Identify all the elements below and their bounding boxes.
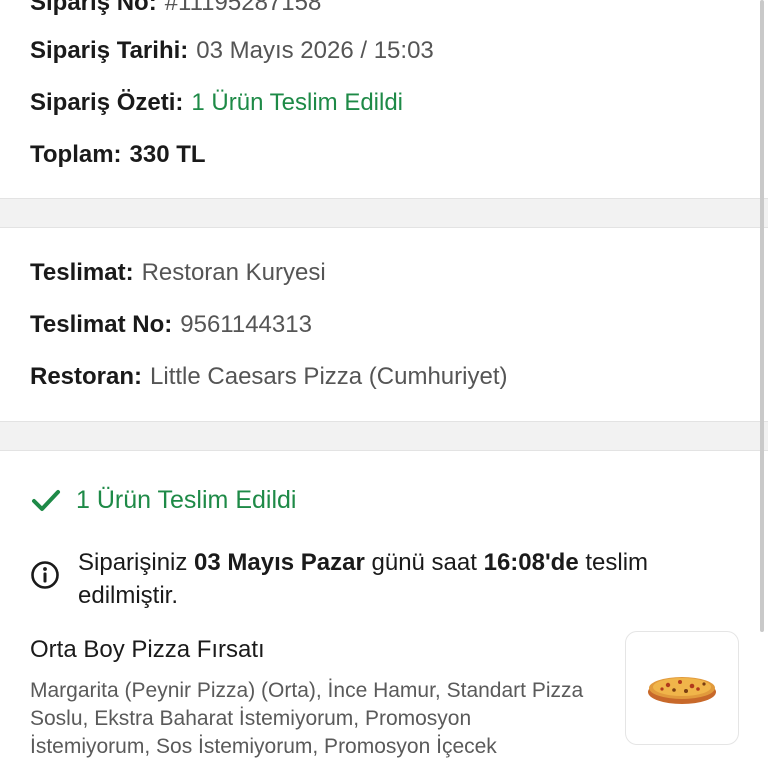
delivery-type-value: Restoran Kuryesi: [141, 259, 326, 286]
info-text-part1: Siparişiniz: [78, 549, 195, 576]
delivery-no-value: 9561144313: [180, 311, 312, 338]
delivery-info-text: Siparişiniz 03 Mayıs Pazar günü saat 16:…: [78, 546, 710, 612]
product-description: Margarita (Peynir Pizza) (Orta), İnce Ha…: [30, 679, 584, 758]
order-no-value: #11195287158: [164, 0, 322, 16]
delivery-type-row: Teslimat: Restoran Kuryesi: [30, 258, 326, 288]
product-name: Orta Boy Pizza Fırsatı: [30, 636, 265, 663]
delivery-no-row: Teslimat No: 9561144313: [30, 310, 312, 340]
order-detail-page: Sipariş No: #11195287158 Sipariş Tarihi: 0…: [0, 0, 768, 768]
delivery-status-section: 1 Ürün Teslim Edildi Siparişiniz 03 Mayı…: [0, 451, 768, 768]
info-text-part2: günü saat: [364, 549, 484, 576]
delivery-status-text: 1 Ürün Teslim Edildi: [76, 485, 297, 514]
product-image[interactable]: [625, 631, 739, 745]
restaurant-value: Little Caesars Pizza (Cumhuriyet): [150, 363, 508, 390]
delivery-status: 1 Ürün Teslim Edildi: [30, 484, 296, 516]
delivery-no-label: Teslimat No:: [30, 311, 173, 338]
order-summary-value: 1 Ürün Teslim Edildi: [191, 89, 404, 116]
scrollbar[interactable]: [760, 0, 764, 632]
order-total-row: Toplam: 330 TL: [30, 140, 206, 170]
order-summary-label: Sipariş Özeti:: [30, 89, 184, 116]
restaurant-row: Restoran: Little Caesars Pizza (Cumhuriye…: [30, 362, 507, 392]
section-divider: [0, 198, 768, 228]
info-icon: [31, 561, 59, 589]
check-icon: [32, 490, 60, 511]
pizza-image: [648, 677, 716, 704]
delivery-type-label: Teslimat:: [30, 259, 134, 286]
order-info-section: Sipariş No: #11195287158 Sipariş Tarihi: 0…: [0, 0, 768, 198]
info-time: 16:08'de: [483, 549, 579, 576]
info-date: 03 Mayıs Pazar: [194, 549, 365, 576]
order-summary-row: Sipariş Özeti: 1 Ürün Teslim Edildi: [30, 88, 403, 118]
order-total-label: Toplam:: [30, 141, 122, 168]
order-date-value: 03 Mayıs 2026 / 15:03: [196, 37, 434, 64]
restaurant-label: Restoran:: [30, 363, 143, 390]
section-divider: [0, 421, 768, 451]
order-date-row: Sipariş Tarihi: 03 Mayıs 2026 / 15:03: [30, 36, 434, 66]
order-total-value: 330 TL: [129, 141, 206, 168]
delivery-info-section: Teslimat: Restoran Kuryesi Teslimat No: 95…: [0, 228, 768, 421]
delivery-info-message: Siparişiniz 03 Mayıs Pazar günü saat 16:…: [30, 546, 710, 612]
order-no-row: Sipariş No: #11195287158: [30, 0, 321, 18]
order-date-label: Sipariş Tarihi:: [30, 37, 189, 64]
order-no-label: Sipariş No:: [30, 0, 157, 16]
